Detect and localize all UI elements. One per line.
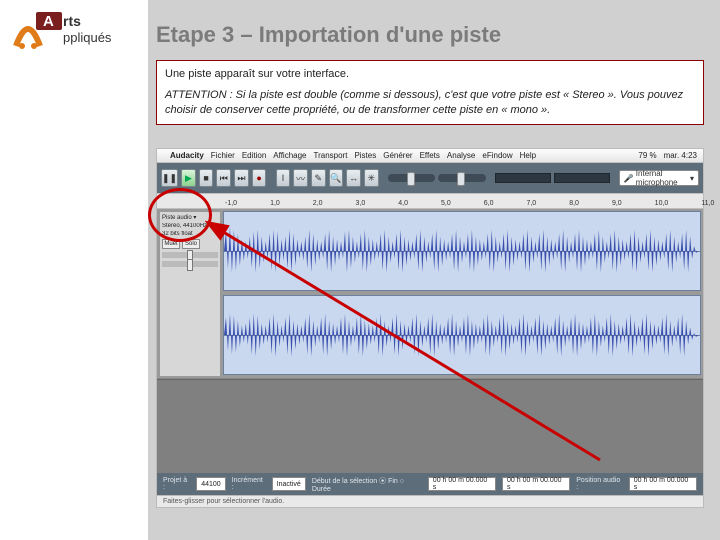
track-bit-depth: 32 bits float bbox=[162, 231, 218, 237]
tool-timeshift[interactable]: ↔ bbox=[346, 169, 361, 187]
solo-button[interactable]: Solo bbox=[182, 239, 200, 249]
menu-item: Fichier bbox=[211, 151, 235, 160]
skip-start-button[interactable]: ⏮ bbox=[216, 169, 231, 187]
mute-button[interactable]: Muet bbox=[162, 239, 180, 249]
selection-mode-label: Début de la sélection ⦿ Fin ○ Durée bbox=[312, 476, 422, 493]
menu-battery: 79 % bbox=[638, 151, 656, 160]
waveform-left bbox=[223, 211, 701, 291]
project-rate-label: Projet à : bbox=[163, 477, 190, 491]
timeline-ruler: -1,01,02,0 3,04,05,0 6,07,08,0 9,010,011… bbox=[157, 193, 703, 209]
pause-button[interactable]: ❚❚ bbox=[161, 169, 178, 187]
chevron-down-icon: ▾ bbox=[690, 174, 694, 183]
menu-item: Générer bbox=[383, 151, 412, 160]
waveform-right bbox=[223, 295, 701, 375]
track-name: Piste audio ▾ bbox=[162, 214, 218, 221]
track-control-panel[interactable]: Piste audio ▾ Stéréo, 44100Hz 32 bits fl… bbox=[159, 211, 221, 377]
selection-end-field[interactable]: 00 h 00 m 00.000 s bbox=[502, 477, 570, 491]
play-button[interactable]: ▶ bbox=[181, 169, 196, 187]
menu-item: Edition bbox=[242, 151, 266, 160]
output-volume-slider[interactable] bbox=[388, 174, 436, 182]
input-device-combo[interactable]: 🎤 Internal microphone ▾ bbox=[619, 170, 699, 186]
menu-item: Pistes bbox=[354, 151, 376, 160]
input-volume-slider[interactable] bbox=[438, 174, 486, 182]
snap-label: Incrément : bbox=[232, 477, 266, 491]
page-title: Etape 3 – Importation d'une piste bbox=[156, 22, 501, 48]
selection-start-field[interactable]: 00 h 00 m 00.000 s bbox=[428, 477, 496, 491]
tracks-area: Piste audio ▾ Stéréo, 44100Hz 32 bits fl… bbox=[157, 209, 703, 379]
gain-slider[interactable] bbox=[162, 252, 218, 258]
skip-end-button[interactable]: ⏭ bbox=[234, 169, 249, 187]
stop-button[interactable]: ■ bbox=[199, 169, 214, 187]
audio-position-label: Position audio : bbox=[576, 477, 623, 491]
tool-select[interactable]: I bbox=[276, 169, 291, 187]
record-button[interactable]: ● bbox=[252, 169, 267, 187]
info-intro: Une piste apparaît sur votre interface. bbox=[165, 67, 695, 82]
tool-multi[interactable]: ✳ bbox=[364, 169, 379, 187]
info-warning: ATTENTION : Si la piste est double (comm… bbox=[165, 88, 695, 118]
svg-text:rts: rts bbox=[63, 13, 81, 29]
selection-toolbar: Projet à : 44100 Incrément : Inactivé Dé… bbox=[157, 473, 703, 495]
menu-item: Affichage bbox=[273, 151, 306, 160]
menu-item: Analyse bbox=[447, 151, 475, 160]
audacity-screenshot: Audacity Fichier Edition Affichage Trans… bbox=[156, 148, 704, 508]
menu-item: Help bbox=[520, 151, 536, 160]
menu-item: Effets bbox=[420, 151, 440, 160]
tool-envelope[interactable]: 〰 bbox=[293, 169, 308, 187]
menu-item: Transport bbox=[314, 151, 348, 160]
project-rate-field[interactable]: 44100 bbox=[196, 477, 225, 491]
svg-text:ppliqués: ppliqués bbox=[63, 30, 112, 45]
snap-field[interactable]: Inactivé bbox=[272, 477, 306, 491]
mic-icon: 🎤 bbox=[624, 174, 634, 183]
svg-text:A: A bbox=[43, 13, 54, 30]
menu-app-name: Audacity bbox=[170, 151, 204, 160]
status-bar: Faites-glisser pour sélectionner l'audio… bbox=[157, 495, 703, 507]
mac-menubar: Audacity Fichier Edition Affichage Trans… bbox=[157, 149, 703, 163]
input-meter bbox=[554, 173, 610, 183]
logo: A rts ppliqués bbox=[6, 8, 136, 54]
tool-draw[interactable]: ✎ bbox=[311, 169, 326, 187]
tool-zoom[interactable]: 🔍 bbox=[329, 169, 344, 187]
audio-position-field: 00 h 00 m 00.000 s bbox=[629, 477, 697, 491]
track-format: Stéréo, 44100Hz bbox=[162, 223, 218, 229]
output-meter bbox=[495, 173, 551, 183]
pan-slider[interactable] bbox=[162, 261, 218, 267]
info-box: Une piste apparaît sur votre interface. … bbox=[156, 60, 704, 125]
toolbar: ❚❚ ▶ ■ ⏮ ⏭ ● I 〰 ✎ 🔍 ↔ ✳ 🎤 Internal micr… bbox=[157, 163, 703, 193]
menu-item: eFindow bbox=[482, 151, 512, 160]
menu-clock: mar. 4:23 bbox=[664, 151, 697, 160]
